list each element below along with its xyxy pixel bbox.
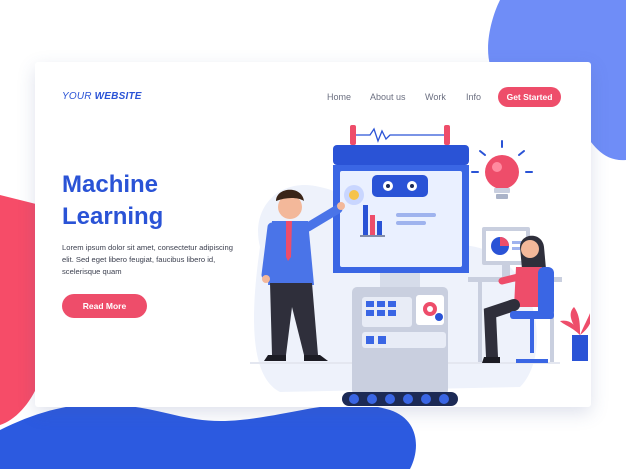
machine-learning-illustration xyxy=(250,125,590,406)
plant-icon xyxy=(560,307,590,361)
robot-screen-icon xyxy=(333,145,469,273)
robot-treads xyxy=(342,392,458,406)
nav-home[interactable]: Home xyxy=(327,92,351,102)
hero-description: Lorem ipsum dolor sit amet, consectetur … xyxy=(62,243,233,276)
nav-work[interactable]: Work xyxy=(425,92,446,102)
lightbulb-icon xyxy=(471,140,533,199)
get-started-button[interactable]: Get Started xyxy=(498,87,561,107)
read-more-button[interactable]: Read More xyxy=(62,294,147,318)
title-line-1: Machine xyxy=(62,171,159,198)
page-title: Machine Learning xyxy=(62,169,163,233)
title-line-2: Learning xyxy=(62,203,164,230)
landing-card: YOUR WEBSITE Home About us Work Info Get… xyxy=(35,62,591,407)
robot-antenna xyxy=(350,125,450,145)
nav-info[interactable]: Info xyxy=(466,92,481,102)
site-logo[interactable]: YOUR WEBSITE xyxy=(62,91,142,102)
nav-about[interactable]: About us xyxy=(370,92,406,102)
gear-icon xyxy=(416,295,444,325)
